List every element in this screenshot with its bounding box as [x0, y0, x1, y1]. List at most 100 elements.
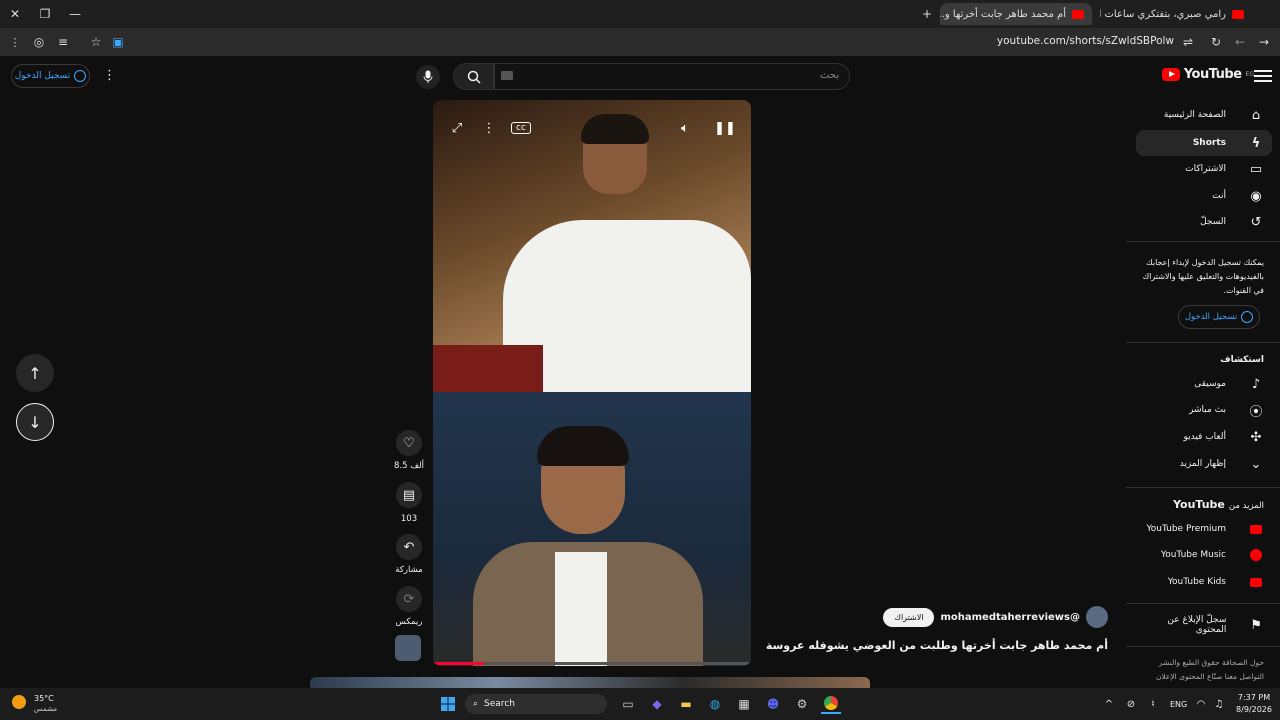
settings-dots-icon[interactable]: ⋮ — [103, 68, 116, 83]
account-icon — [1241, 311, 1254, 323]
youtube-logo[interactable]: YouTube EG — [1161, 67, 1254, 82]
sidebar-item-history[interactable]: ↺ السجلّ — [1136, 209, 1272, 235]
sidebar-item-label: سجلّ الإبلاغ عن المحتوى — [1167, 615, 1227, 635]
next-short-preview — [310, 677, 870, 688]
red-sofa — [433, 345, 543, 392]
store-icon[interactable]: ▦ — [734, 694, 754, 714]
arrow-up-icon: ↑ — [28, 363, 42, 383]
language-indicator[interactable]: ENG — [1170, 700, 1187, 709]
fullscreen-icon[interactable]: ⤢ — [447, 118, 467, 138]
keyboard-icon[interactable] — [501, 71, 513, 80]
like-button[interactable]: ♡ — [396, 430, 422, 456]
sidebar-item-shorts[interactable]: ϟ Shorts — [1136, 130, 1272, 156]
site-settings-icon[interactable]: ⇌ — [1179, 33, 1197, 51]
remix-label: ريمكس — [395, 617, 423, 627]
sidebar-item-home[interactable]: ⌂ الصفحة الرئيسية — [1136, 102, 1272, 128]
restore-window-icon[interactable]: ❐ — [36, 5, 54, 23]
chrome-icon[interactable] — [821, 694, 841, 714]
sidebar-divider — [1126, 603, 1280, 604]
widgets-icon[interactable]: ◆ — [647, 694, 667, 714]
logo-text: YouTube — [1183, 67, 1242, 82]
search-input[interactable]: بحث — [494, 63, 850, 90]
tray-chevron-icon[interactable]: ^ — [1099, 694, 1119, 714]
sidebar-item-music-app[interactable]: YouTube Music — [1136, 542, 1272, 568]
sidebar-item-label: السجلّ — [1200, 217, 1226, 227]
volume-icon[interactable]: 🔈︎ — [675, 118, 695, 138]
sidebar-item-label: YouTube Music — [1160, 550, 1226, 560]
sidebar-item-show-more[interactable]: ⌄ إظهار المزيد — [1136, 451, 1272, 477]
task-view-icon[interactable]: ▭ — [618, 694, 638, 714]
taskbar-search-label: Search — [484, 699, 515, 709]
taskbar-search[interactable]: ⌕ Search — [465, 694, 607, 714]
footer-links-1[interactable]: حول الصحافة حقوق الطبع والنشر — [1159, 658, 1264, 667]
subscribe-button[interactable]: الاشتراك — [883, 607, 935, 627]
discord-icon[interactable]: ☻ — [763, 694, 783, 714]
short-title[interactable]: أم محمد طاهر جابت أخرتها وطلبت من العوضي… — [766, 639, 1108, 652]
minimize-window-icon[interactable]: — — [66, 5, 84, 23]
settings-icon[interactable]: ⚙ — [792, 694, 812, 714]
tab-inactive[interactable]: رامي صبري، بتفتكري ساعات oud ✕ — [1100, 3, 1252, 25]
more-from-youtube-title: المزيد من YouTube — [1173, 498, 1264, 511]
close-window-icon[interactable]: ✕ — [6, 5, 24, 23]
weather-sun-icon[interactable] — [12, 695, 26, 709]
sidebar-item-you[interactable]: ◉ أنت — [1136, 183, 1272, 209]
more-options-icon[interactable]: ⋮ — [479, 118, 499, 138]
volume-tray-icon[interactable]: ♫ — [1209, 694, 1229, 714]
music-icon: ♪ — [1251, 376, 1261, 392]
reading-list-icon[interactable]: ≡ — [54, 33, 72, 51]
microphone-tray-icon[interactable]: ♮ — [1143, 694, 1163, 714]
url-text[interactable]: youtube.com/shorts/sZwldSBPolw — [997, 35, 1174, 47]
pause-icon[interactable]: ❚❚ — [714, 118, 736, 138]
new-tab-icon[interactable]: + — [918, 5, 936, 23]
network-icon[interactable]: ⊘ — [1121, 694, 1141, 714]
youtube-premium-icon — [1248, 521, 1264, 537]
menu-dots-icon[interactable]: ⋮ — [6, 33, 24, 51]
next-short-button[interactable]: ↓ — [16, 403, 54, 441]
tab-active[interactable]: أم محمد طاهر جابت أخرتها و... ✕ — [940, 3, 1092, 25]
sidebar-signin-button[interactable]: تسجيل الدخول — [1178, 305, 1260, 329]
wifi-icon[interactable]: ◠ — [1191, 694, 1211, 714]
progress-track[interactable] — [433, 662, 751, 665]
forward-icon[interactable]: ← — [1231, 33, 1249, 51]
weather-temp[interactable]: 35°C — [34, 694, 54, 703]
sidebar-item-report[interactable]: ⚑ سجلّ الإبلاغ عن المحتوى — [1136, 612, 1272, 638]
back-icon[interactable]: → — [1255, 33, 1273, 51]
footer-links-2[interactable]: التواصل معنا صنّاع المحتوى الإعلان — [1156, 672, 1264, 681]
sidebar-item-kids[interactable]: YouTube Kids — [1136, 569, 1272, 595]
file-explorer-icon[interactable]: ▬ — [676, 694, 696, 714]
search-icon — [467, 70, 481, 84]
clock-date[interactable]: 8/9/2026 — [1234, 705, 1274, 714]
captions-icon[interactable]: cc — [511, 122, 531, 134]
bookmark-star-icon[interactable]: ☆ — [87, 33, 105, 51]
edge-browser-icon[interactable]: ◍ — [705, 694, 725, 714]
reload-icon[interactable]: ↻ — [1207, 33, 1225, 51]
extension-icon[interactable]: ▣ — [109, 33, 127, 51]
windows-start-icon[interactable] — [438, 694, 458, 714]
sidebar-item-label: الاشتراكات — [1185, 164, 1226, 174]
history-icon: ↺ — [1250, 214, 1262, 230]
sidebar-item-premium[interactable]: YouTube Premium — [1136, 516, 1272, 542]
profile-icon[interactable]: ◎ — [30, 33, 48, 51]
sidebar-item-live[interactable]: ⦿ بث مباشر — [1136, 397, 1272, 423]
clock-time[interactable]: 7:37 PM — [1234, 693, 1274, 702]
signin-prompt: يمكنك تسجيل الدخول لإبداء إعجابك بالفيدي… — [1142, 258, 1264, 295]
sidebar-item-music[interactable]: ♪ موسيقى — [1136, 371, 1272, 397]
search-button[interactable] — [453, 63, 494, 90]
sidebar-item-subscriptions[interactable]: ▭ الاشتراكات — [1136, 156, 1272, 182]
comment-button[interactable]: ▤ — [396, 482, 422, 508]
sound-thumbnail[interactable] — [395, 635, 421, 661]
previous-short-button[interactable]: ↑ — [16, 354, 54, 392]
sidebar-item-gaming[interactable]: ✣ ألعاب فيديو — [1136, 424, 1272, 450]
hamburger-menu-icon[interactable] — [1254, 66, 1272, 86]
remix-icon: ⟳ — [403, 591, 415, 607]
signin-button[interactable]: تسجيل الدخول — [11, 64, 90, 88]
sidebar-item-label: YouTube Premium — [1146, 524, 1226, 534]
youtube-play-icon — [1161, 68, 1180, 81]
progress-fill — [433, 662, 484, 665]
shorts-video-player[interactable]: ⤢ ⋮ cc 🔈︎ ❚❚ — [433, 100, 751, 666]
voice-search-button[interactable] — [416, 65, 440, 89]
remix-button[interactable]: ⟳ — [396, 586, 422, 612]
channel-handle[interactable]: @mohamedtaherreviews — [940, 612, 1080, 623]
share-button[interactable]: ↶ — [396, 534, 422, 560]
channel-avatar[interactable] — [1086, 606, 1108, 628]
